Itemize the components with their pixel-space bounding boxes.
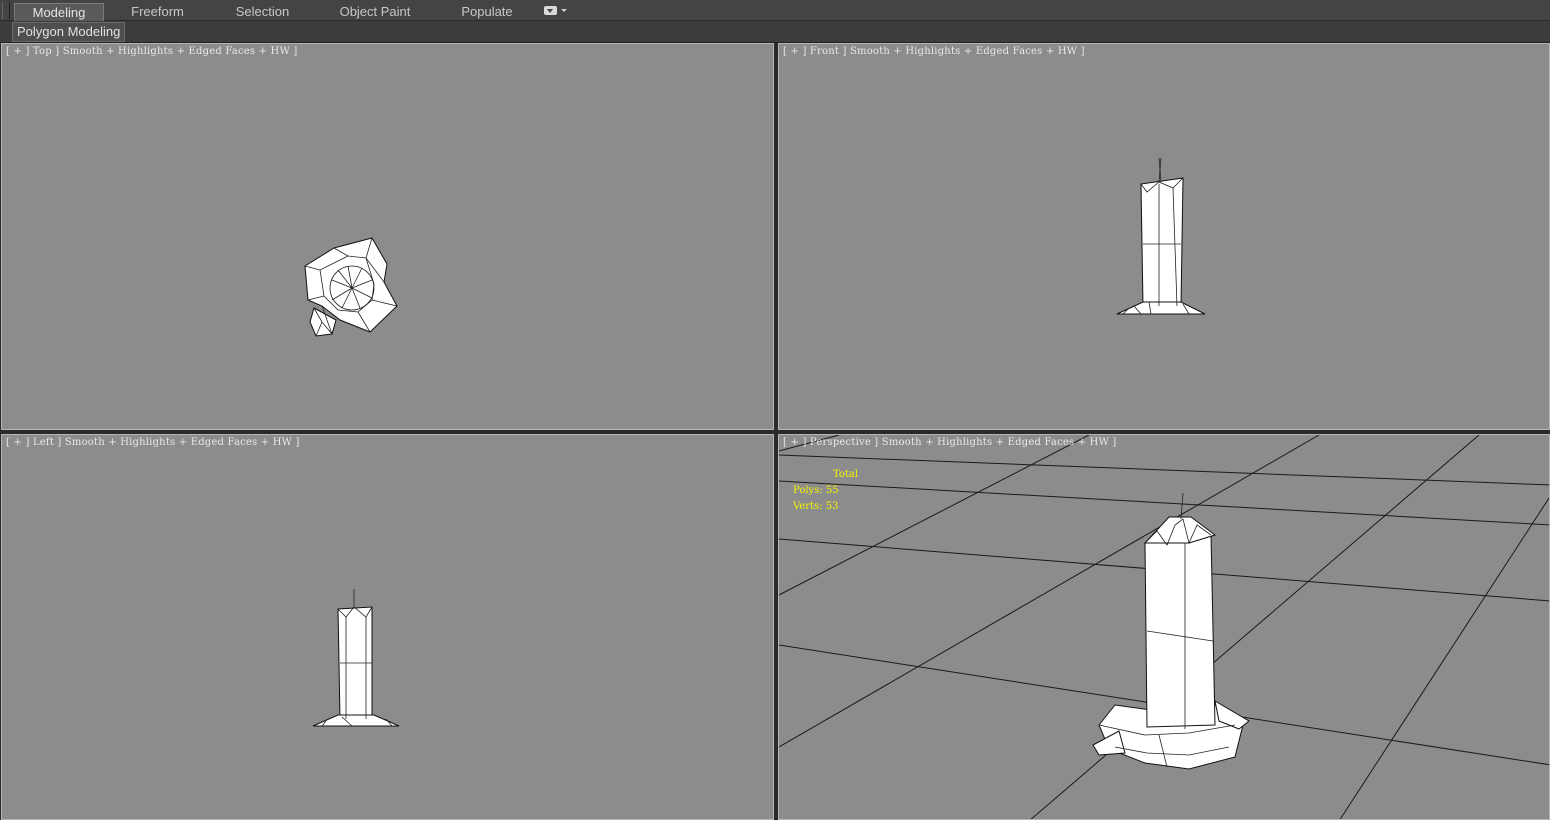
viewport-top[interactable]: [ + ] Top ] Smooth + Highlights + Edged … xyxy=(1,43,774,430)
tab-freeform[interactable]: Freeform xyxy=(115,3,200,21)
tab-object-paint[interactable]: Object Paint xyxy=(330,3,420,21)
perspective-grid xyxy=(779,435,1549,819)
viewport-label-left[interactable]: [ + ] Left ] Smooth + Highlights + Edged… xyxy=(6,437,300,448)
ribbon-panel-bar: Polygon Modeling xyxy=(0,21,1550,43)
ribbon-options-dropdown[interactable] xyxy=(544,5,568,17)
chevron-down-icon xyxy=(561,9,567,12)
left-view-model xyxy=(312,589,400,727)
viewport-left[interactable]: [ + ] Left ] Smooth + Highlights + Edged… xyxy=(1,434,774,820)
stats-polys: Polys: 55 xyxy=(793,485,839,496)
tab-populate[interactable]: Populate xyxy=(447,3,527,21)
tab-modeling[interactable]: Modeling xyxy=(14,3,104,21)
viewport-label-top[interactable]: [ + ] Top ] Smooth + Highlights + Edged … xyxy=(6,46,297,57)
viewport-label-front[interactable]: [ + ] Front ] Smooth + Highlights + Edge… xyxy=(783,46,1085,57)
ribbon-grip-handle[interactable] xyxy=(2,2,10,19)
stats-verts: Verts: 53 xyxy=(793,501,839,512)
perspective-model xyxy=(1092,516,1250,770)
front-view-model xyxy=(1116,157,1206,315)
viewport-perspective[interactable]: [ + ] Perspective ] Smooth + Highlights … xyxy=(778,434,1550,820)
top-view-model xyxy=(304,237,398,337)
viewport-label-perspective[interactable]: [ + ] Perspective ] Smooth + Highlights … xyxy=(783,437,1117,448)
polygon-modeling-panel-button[interactable]: Polygon Modeling xyxy=(12,22,126,42)
stats-total-label: Total xyxy=(833,469,859,480)
viewport-front[interactable]: [ + ] Front ] Smooth + Highlights + Edge… xyxy=(778,43,1550,430)
ribbon-options-icon xyxy=(544,6,557,15)
ribbon-tab-bar: Modeling Freeform Selection Object Paint… xyxy=(0,0,1550,21)
tab-selection[interactable]: Selection xyxy=(220,3,305,21)
